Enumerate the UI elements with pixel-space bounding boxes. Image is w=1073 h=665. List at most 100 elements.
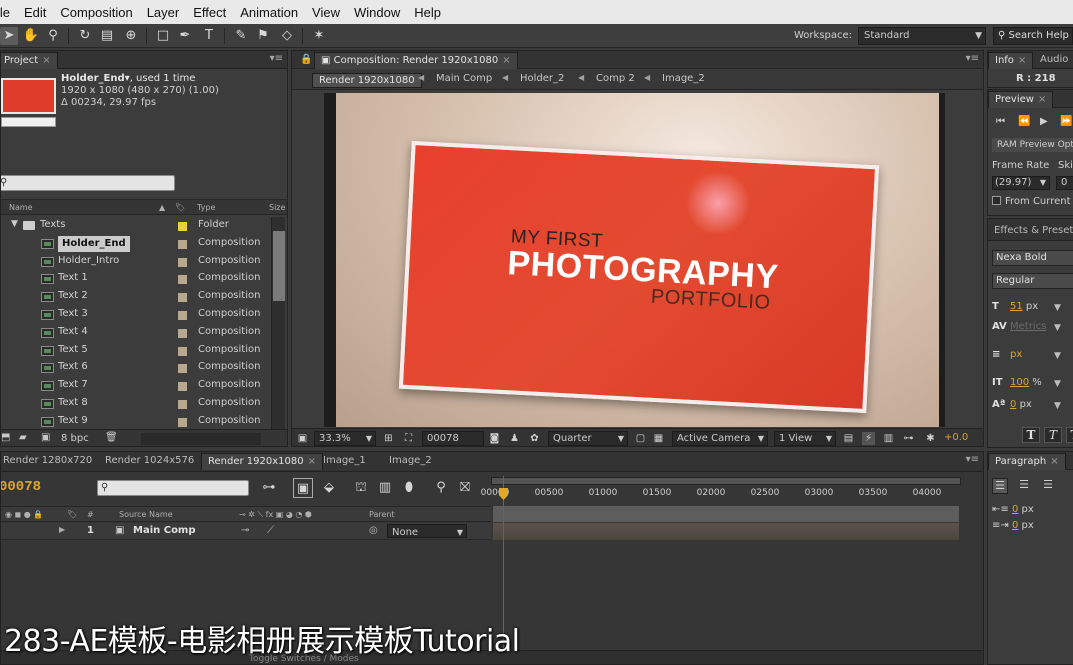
font-style-select[interactable]: Regular — [992, 273, 1073, 289]
pen-tool-icon[interactable]: ✒ — [176, 27, 194, 45]
project-item-row[interactable]: Text 1 Composition — [1, 270, 271, 288]
new-composition-icon[interactable]: ▣ — [41, 432, 50, 443]
brainstorm-icon[interactable]: ⬮ — [399, 478, 419, 498]
quality-icon[interactable]: ⟋ — [267, 525, 274, 536]
label-color-swatch[interactable] — [178, 257, 187, 267]
chevron-down-icon[interactable]: ▼ — [1054, 401, 1061, 411]
close-icon[interactable]: × — [1018, 55, 1026, 66]
timeline-current-time[interactable]: 00078 — [1, 479, 41, 495]
tab-project[interactable]: Project × — [1, 52, 58, 69]
label-column-icon[interactable]: 🏷 — [175, 203, 185, 212]
close-icon[interactable]: × — [502, 55, 510, 66]
tab-composition[interactable]: ▣ Composition: Render 1920x1080 × — [314, 52, 518, 69]
hand-tool-icon[interactable]: ✋ — [22, 27, 40, 45]
label-color-swatch[interactable] — [178, 239, 187, 249]
resolution-select[interactable]: Quarter ▼ — [548, 431, 628, 446]
selection-tool-icon[interactable]: ➤ — [0, 27, 18, 45]
faux-italic-button[interactable]: T — [1044, 427, 1062, 443]
label-color-swatch[interactable] — [178, 293, 187, 303]
project-folder-row[interactable]: ▼ Texts Folder — [1, 217, 271, 235]
transparency-grid-icon[interactable]: ▦ — [652, 432, 665, 445]
column-source-name[interactable]: Source Name — [119, 510, 173, 519]
menu-file[interactable]: ile — [0, 5, 17, 20]
close-icon[interactable]: × — [1038, 94, 1046, 105]
breadcrumb-item[interactable]: Comp 2 — [596, 73, 635, 84]
region-of-interest-icon[interactable]: ▢ — [634, 432, 647, 445]
chevron-down-icon[interactable]: ▼ — [1054, 351, 1061, 361]
breadcrumb-item[interactable]: Image_2 — [662, 73, 705, 84]
skip-input[interactable]: 0 — [1056, 176, 1073, 190]
tab-paragraph[interactable]: Paragraph × — [988, 453, 1066, 470]
breadcrumb-item[interactable]: Main Comp — [436, 73, 492, 84]
menu-view[interactable]: View — [305, 5, 347, 20]
show-snapshot-icon[interactable]: ♟ — [508, 432, 521, 445]
interpret-footage-icon[interactable]: ⬒ — [1, 432, 10, 443]
column-type[interactable]: Type — [197, 203, 215, 212]
first-frame-icon[interactable]: ⏮ — [996, 116, 1005, 127]
project-horizontal-scrollbar[interactable] — [141, 433, 261, 445]
label-color-swatch[interactable] — [178, 417, 187, 427]
label-color-swatch[interactable] — [178, 311, 187, 320]
chevron-down-icon[interactable]: ▼ — [1054, 323, 1061, 333]
chevron-down-icon[interactable]: ▼ — [1054, 379, 1061, 389]
pickwhip-icon[interactable]: ◎ — [369, 525, 378, 536]
column-parent[interactable]: Parent — [369, 510, 395, 519]
menu-animation[interactable]: Animation — [233, 5, 305, 20]
faux-bold-button[interactable]: T — [1022, 427, 1040, 443]
column-name[interactable]: Name — [9, 203, 33, 212]
parent-select[interactable]: None ▼ — [387, 524, 467, 538]
panel-menu-icon[interactable]: ▾≡ — [966, 53, 979, 64]
expand-arrow-icon[interactable]: ▼ — [11, 219, 18, 229]
project-search-input[interactable]: ⚲ — [1, 175, 175, 191]
eraser-tool-icon[interactable]: ◇ — [278, 27, 296, 45]
label-color-swatch[interactable] — [178, 346, 187, 356]
label-color-swatch[interactable] — [178, 400, 187, 409]
breadcrumb-item[interactable]: Holder_2 — [520, 73, 564, 84]
panel-menu-icon[interactable]: ▾≡ — [966, 454, 979, 465]
project-item-row[interactable]: Text 7 Composition — [1, 377, 271, 395]
column-size[interactable]: Size — [269, 203, 285, 212]
timeline-layer-row[interactable]: ▶ 1 ▣ Main Comp ⊸ ⟋ ◎ None ▼ — [1, 523, 491, 540]
timeline-icon[interactable]: ▥ — [882, 432, 895, 445]
snapshot-icon[interactable]: ◙ — [488, 432, 501, 445]
project-item-row[interactable]: Holder_End Composition — [1, 235, 271, 253]
motion-blur-icon[interactable]: ▥ — [375, 478, 395, 498]
current-time-field[interactable]: 00078 — [422, 431, 484, 446]
flowchart-icon[interactable]: ⊶ — [902, 432, 915, 445]
tab-info[interactable]: Info × — [988, 52, 1034, 69]
project-item-row[interactable]: Text 5 Composition — [1, 342, 271, 360]
label-color-swatch[interactable] — [178, 328, 187, 338]
checkbox-icon[interactable] — [992, 196, 1001, 205]
view-layout-select[interactable]: 1 View ▼ — [774, 431, 836, 446]
workspace-select[interactable]: Standard ▼ — [858, 27, 986, 45]
zoom-tool-icon[interactable]: ⚲ — [44, 27, 62, 45]
camera-tool-icon[interactable]: ▤ — [98, 27, 116, 45]
align-left-icon[interactable]: ☰ — [992, 478, 1008, 494]
previous-frame-icon[interactable]: ⏪ — [1018, 116, 1030, 127]
project-scrollbar[interactable] — [271, 217, 285, 429]
composition-mini-flowchart-icon[interactable]: ⊶ — [259, 478, 279, 498]
ram-preview-options-select[interactable]: RAM Preview Options — [992, 138, 1073, 152]
lock-icon[interactable]: 🔒 — [300, 54, 312, 65]
tab-timeline-image-2[interactable]: Image_2 — [383, 453, 438, 470]
graph-editor-icon[interactable]: ⛝ — [455, 478, 475, 498]
layer-name[interactable]: Main Comp — [133, 525, 196, 536]
close-icon[interactable]: × — [42, 55, 50, 66]
fit-frame-icon[interactable]: ⛶ — [402, 432, 415, 445]
clone-stamp-tool-icon[interactable]: ⚑ — [254, 27, 272, 45]
label-color-swatch[interactable] — [178, 222, 187, 231]
breadcrumb-item[interactable]: Render 1920x1080 — [312, 73, 422, 88]
type-tool-icon[interactable]: T — [200, 27, 218, 45]
toggle-pixel-aspect-icon[interactable]: ▤ — [842, 432, 855, 445]
time-ruler[interactable]: 00000 00500 01000 01500 02000 02500 03000 03500… — [481, 476, 965, 500]
menu-help[interactable]: Help — [407, 5, 448, 20]
pan-behind-tool-icon[interactable]: ⊕ — [122, 27, 140, 45]
menu-layer[interactable]: Layer — [140, 5, 187, 20]
from-current-time-checkbox[interactable]: From Current Time — [992, 196, 1073, 207]
frame-rate-select[interactable]: (29.97) ▼ — [992, 176, 1050, 190]
stroke-width-unit[interactable]: px — [1010, 349, 1022, 360]
menu-composition[interactable]: Composition — [53, 5, 139, 20]
chevron-down-icon[interactable]: ▼ — [1054, 303, 1061, 313]
project-item-row[interactable]: Text 6 Composition — [1, 359, 271, 377]
all-caps-button[interactable]: T — [1066, 427, 1073, 443]
